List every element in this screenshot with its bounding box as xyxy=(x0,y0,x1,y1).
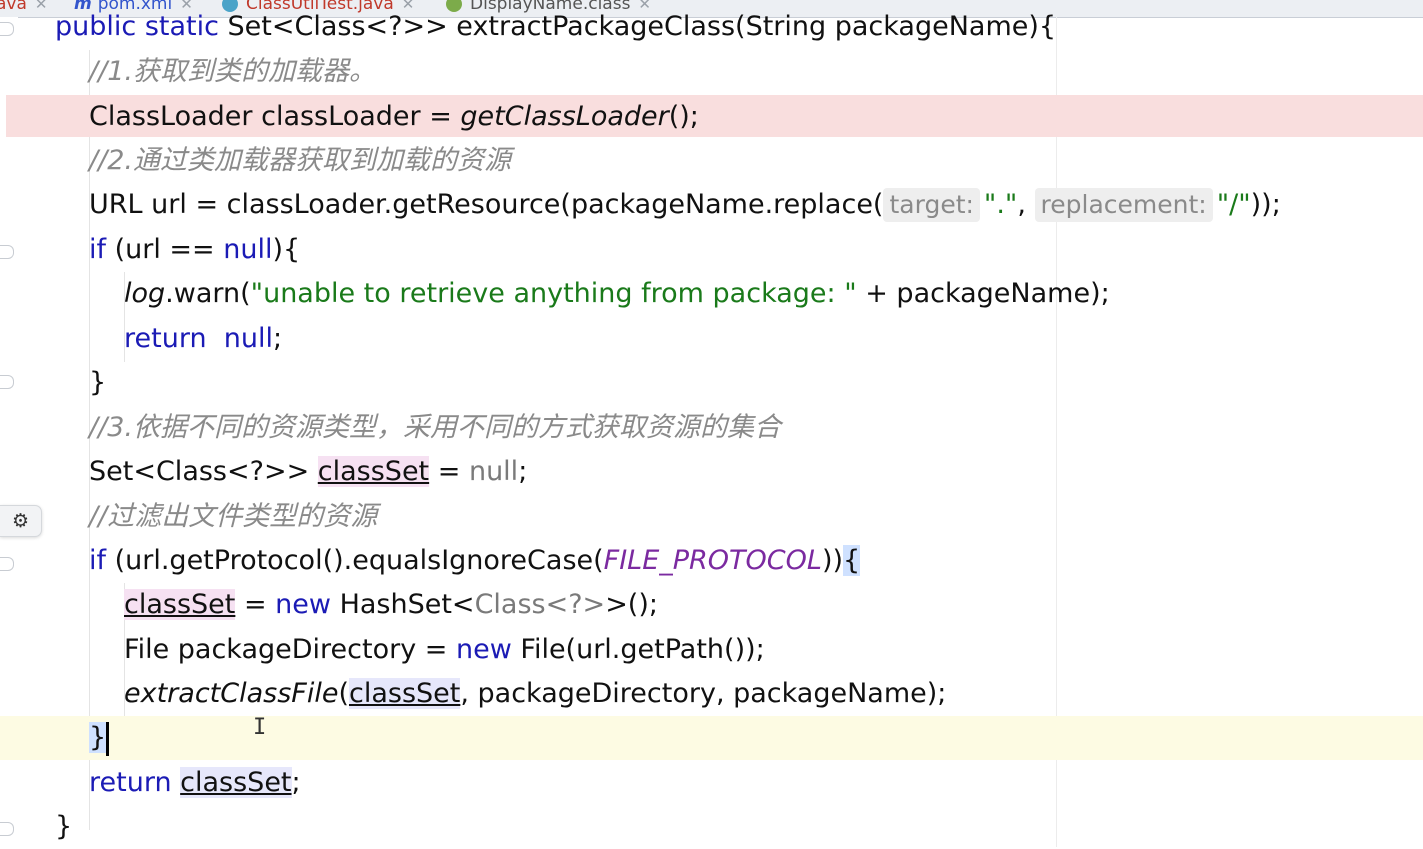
code-text: .warn( xyxy=(165,278,251,309)
keyword: return xyxy=(124,323,207,354)
comment: //3.依据不同的资源类型，采用不同的方式获取资源的集合 xyxy=(89,412,781,443)
code-text: URL url = classLoader.getResource(packag… xyxy=(89,189,884,220)
code-text: = xyxy=(429,456,469,487)
code-line-18[interactable]: return classSet; xyxy=(0,761,1423,805)
code-text: ; xyxy=(291,767,301,798)
code-line-2[interactable]: //1.获取到类的加载器。 xyxy=(0,50,1423,94)
code-text: + packageName); xyxy=(856,278,1110,309)
code-line-17[interactable]: } xyxy=(0,716,1423,760)
method-call: extractClassFile xyxy=(124,678,339,709)
code-text: , xyxy=(1017,189,1035,220)
code-text: ){ xyxy=(272,234,301,265)
code-text: } xyxy=(89,367,107,398)
keyword: null xyxy=(223,234,273,265)
variable-reference: classSet xyxy=(124,589,236,620)
code-line-14[interactable]: classSet = new HashSet<Class<?>>(); xyxy=(0,583,1423,627)
constant: FILE_PROTOCOL xyxy=(603,545,822,576)
code-text: (); xyxy=(668,101,699,132)
code-text: Set<Class<?>> xyxy=(89,456,318,487)
comment: //过滤出文件类型的资源 xyxy=(89,501,378,532)
code-text: File packageDirectory = xyxy=(124,634,456,665)
code-text: >(); xyxy=(605,589,658,620)
code-line-5[interactable]: URL url = classLoader.getResource(packag… xyxy=(0,183,1423,227)
code-line-1[interactable]: public static Set<Class<?>> extractPacka… xyxy=(0,5,1423,49)
code-line-8[interactable]: return null; xyxy=(0,317,1423,361)
code-text: } xyxy=(55,811,73,842)
variable-reference: classSet xyxy=(180,767,292,798)
parameter-hint: target: xyxy=(883,188,980,222)
code-text: )) xyxy=(821,545,844,576)
code-text: ; xyxy=(518,456,528,487)
code-line-6[interactable]: if (url == null){ xyxy=(0,228,1423,272)
code-text: , packageDirectory, packageName); xyxy=(460,678,947,709)
keyword: return xyxy=(89,767,172,798)
keyword: public static xyxy=(55,11,219,42)
keyword: if xyxy=(89,545,107,576)
code-text: ClassLoader classLoader = xyxy=(89,101,461,132)
code-line-13[interactable]: if (url.getProtocol().equalsIgnoreCase(F… xyxy=(0,539,1423,583)
code-line-15[interactable]: File packageDirectory = new File(url.get… xyxy=(0,628,1423,672)
method-call: getClassLoader xyxy=(460,101,669,132)
code-text: ; xyxy=(272,323,283,354)
code-text: Set<Class<?>> extractPackageClass(String… xyxy=(218,11,1057,42)
code-line-7[interactable]: log.warn("unable to retrieve anything fr… xyxy=(0,272,1423,316)
code-text: HashSet< xyxy=(330,589,475,620)
keyword: new xyxy=(455,634,512,665)
static-field: log xyxy=(124,278,166,309)
matched-brace: } xyxy=(89,722,107,753)
generic-type: Class<?> xyxy=(474,589,606,620)
string-literal: "/" xyxy=(1216,189,1251,220)
keyword: if xyxy=(89,234,107,265)
code-line-3[interactable]: ClassLoader classLoader = getClassLoader… xyxy=(6,95,1423,137)
code-line-4[interactable]: //2.通过类加载器获取到加载的资源 xyxy=(0,139,1423,183)
code-text: = xyxy=(235,589,276,620)
code-text: )); xyxy=(1250,189,1281,220)
code-line-19[interactable]: } xyxy=(0,805,1423,849)
string-literal: "." xyxy=(983,189,1018,220)
comment: //2.通过类加载器获取到加载的资源 xyxy=(89,145,511,176)
code-line-11[interactable]: Set<Class<?>> classSet = null; xyxy=(0,450,1423,494)
keyword: null xyxy=(223,323,273,354)
variable-reference: classSet xyxy=(348,678,461,709)
code-text: (url == xyxy=(106,234,224,265)
code-line-16[interactable]: extractClassFile(classSet, packageDirect… xyxy=(0,672,1423,716)
code-text: ( xyxy=(338,678,349,709)
keyword: null xyxy=(468,456,519,487)
string-literal: "unable to retrieve anything from packag… xyxy=(250,278,857,309)
variable-reference: classSet xyxy=(317,456,430,487)
keyword: new xyxy=(275,589,331,620)
code-text: (url.getProtocol().equalsIgnoreCase( xyxy=(106,545,604,576)
mouse-ibeam-cursor-icon: I xyxy=(253,715,267,740)
code-line-12[interactable]: //过滤出文件类型的资源 xyxy=(0,495,1423,539)
comment: //1.获取到类的加载器。 xyxy=(89,56,376,87)
code-text: File(url.getPath()); xyxy=(511,634,765,665)
parameter-hint: replacement: xyxy=(1034,188,1213,222)
matched-brace: { xyxy=(843,545,861,576)
text-caret xyxy=(106,721,110,756)
code-line-10[interactable]: //3.依据不同的资源类型，采用不同的方式获取资源的集合 xyxy=(0,406,1423,450)
code-line-9[interactable]: } xyxy=(0,361,1423,405)
